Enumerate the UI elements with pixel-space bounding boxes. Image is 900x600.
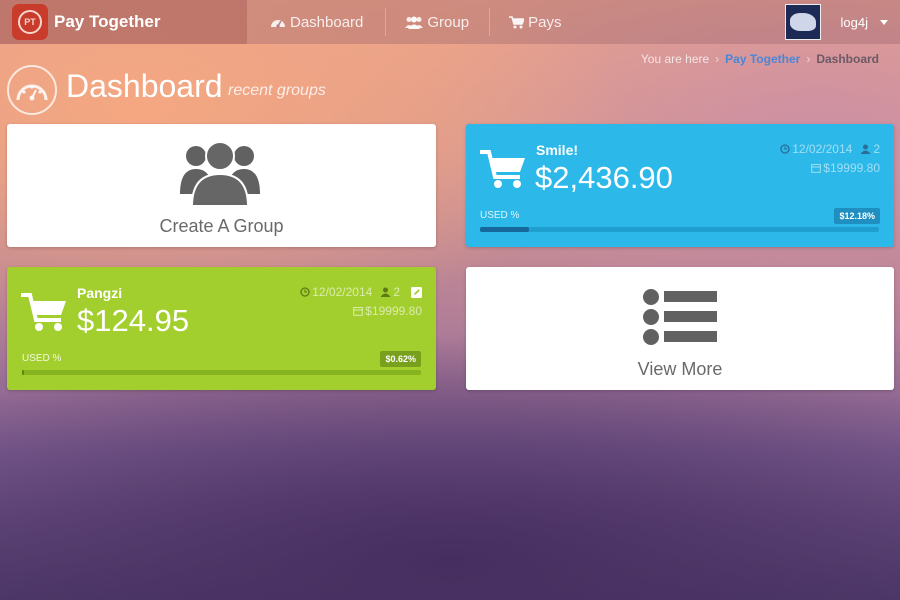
nav-item-dashboard[interactable]: Dashboard	[250, 0, 383, 44]
avatar-image	[789, 13, 816, 31]
used-progress-fill	[480, 227, 529, 232]
page-title: Dashboard	[66, 68, 223, 104]
user-icon	[860, 144, 871, 154]
group-budget: $19999.80	[823, 161, 880, 175]
group-members: 2	[873, 142, 880, 156]
avatar[interactable]	[784, 4, 821, 40]
brand[interactable]: PT Pay Together	[0, 0, 247, 44]
user-icon	[380, 287, 391, 297]
list-icon	[643, 289, 717, 345]
view-more-card[interactable]: View More	[466, 267, 894, 390]
cart-icon	[509, 15, 525, 28]
breadcrumb-link-home[interactable]: Pay Together	[725, 52, 800, 66]
clock-icon	[780, 144, 790, 154]
brand-name: Pay Together	[54, 12, 161, 31]
main-nav: Dashboard Group Pays	[250, 0, 581, 44]
used-percent-badge: $0.62%	[380, 351, 421, 367]
dashboard-icon	[7, 65, 57, 115]
calendar-icon	[353, 307, 364, 316]
breadcrumb-current: Dashboard	[816, 52, 879, 66]
group-date: 12/02/2014	[312, 285, 373, 299]
calendar-icon	[811, 164, 822, 173]
group-date: 12/02/2014	[792, 142, 853, 156]
top-navbar: PT Pay Together Dashboard Group Pays log…	[0, 0, 900, 44]
used-progress-fill	[22, 370, 25, 375]
nav-item-group[interactable]: Group	[385, 0, 489, 44]
used-progress-bar	[22, 370, 421, 375]
used-label: USED %	[480, 210, 520, 221]
page-subtitle: recent groups	[228, 82, 326, 99]
group-card[interactable]: Smile! $2,436.90 12/02/2014 2 $19999.80 …	[466, 124, 894, 247]
user-menu[interactable]: log4j	[784, 0, 900, 44]
create-group-card[interactable]: Create A Group	[7, 124, 436, 247]
used-progress-bar	[480, 227, 879, 232]
used-percent-badge: $12.18%	[834, 208, 880, 224]
group-amount: $124.95	[77, 303, 190, 338]
create-group-label: Create A Group	[159, 216, 284, 236]
group-members: 2	[393, 285, 400, 299]
nav-item-label: Group	[427, 13, 470, 31]
clock-icon	[300, 287, 310, 297]
chevron-right-icon: ›	[715, 52, 720, 66]
dashboard-icon	[271, 20, 285, 28]
chevron-down-icon[interactable]	[880, 19, 888, 25]
group-meta-budget: $19999.80	[811, 161, 880, 175]
used-label: USED %	[22, 353, 62, 364]
edit-icon[interactable]	[411, 286, 422, 298]
nav-item-label: Dashboard	[290, 13, 364, 31]
cart-icon	[21, 293, 66, 331]
breadcrumb-prefix: You are here	[640, 52, 710, 66]
brand-logo-text: PT	[18, 10, 42, 34]
group-icon	[405, 16, 424, 29]
breadcrumb: You are here › Pay Together › Dashboard	[641, 52, 879, 66]
nav-item-pays[interactable]: Pays	[489, 0, 581, 44]
chevron-right-icon: ›	[806, 52, 811, 66]
group-meta-budget: $19999.80	[353, 304, 422, 318]
group-icon	[180, 141, 260, 207]
cart-icon	[480, 150, 525, 188]
group-name: Smile!	[536, 142, 579, 158]
group-budget: $19999.80	[365, 304, 422, 318]
user-name: log4j	[840, 14, 868, 30]
view-more-label: View More	[637, 359, 723, 379]
group-meta-date: 12/02/2014 2	[300, 285, 422, 299]
group-amount: $2,436.90	[535, 160, 673, 195]
group-card[interactable]: Pangzi $124.95 12/02/2014 2 $19999.80 US…	[7, 267, 436, 390]
group-meta-date: 12/02/2014 2	[780, 142, 880, 156]
nav-item-label: Pays	[528, 13, 562, 31]
group-name: Pangzi	[77, 285, 123, 301]
brand-logo: PT	[12, 4, 48, 40]
